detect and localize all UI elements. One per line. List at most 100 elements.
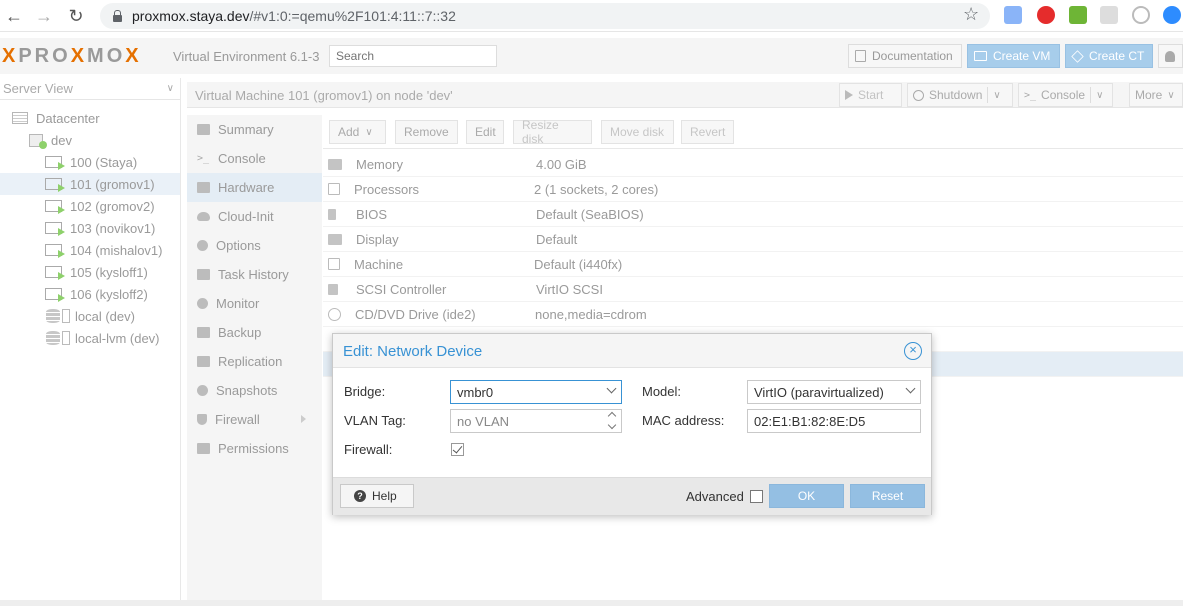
move-disk-button[interactable]: Move disk bbox=[601, 120, 674, 144]
tree-item-vm[interactable]: 103 (novikov1) bbox=[0, 217, 180, 239]
tree-item-datacenter[interactable]: Datacenter bbox=[0, 107, 180, 129]
create-ct-button[interactable]: Create CT bbox=[1065, 44, 1153, 68]
nav-firewall[interactable]: Firewall bbox=[187, 405, 322, 434]
advanced-checkbox[interactable] bbox=[750, 490, 763, 503]
zoom-extension-icon[interactable] bbox=[1163, 6, 1181, 24]
table-row[interactable]: Machine Default (i440fx) bbox=[323, 252, 1183, 277]
tree-item-storage[interactable]: local-lvm (dev) bbox=[0, 327, 180, 349]
nav-console[interactable]: >_ Console bbox=[187, 144, 322, 173]
database-icon bbox=[46, 309, 60, 323]
bookmark-star-icon[interactable]: ☆ bbox=[963, 4, 979, 25]
back-icon[interactable]: ← bbox=[0, 2, 28, 30]
question-icon: ? bbox=[354, 490, 366, 502]
tree-item-vm[interactable]: 105 (kysloff1) bbox=[0, 261, 180, 283]
chevron-down-icon bbox=[905, 383, 916, 394]
revert-button[interactable]: Revert bbox=[681, 120, 734, 144]
vm-title: Virtual Machine 101 (gromov1) on node 'd… bbox=[195, 88, 453, 103]
mail-extension-icon[interactable] bbox=[1004, 6, 1022, 24]
table-row[interactable]: CD/DVD Drive (ide2) none,media=cdrom bbox=[323, 302, 1183, 327]
firewall-checkbox[interactable] bbox=[451, 443, 464, 456]
lock-icon bbox=[112, 10, 122, 22]
resize-disk-button[interactable]: Resize disk bbox=[513, 118, 592, 146]
vm-running-icon bbox=[45, 288, 65, 302]
nav-summary[interactable]: Summary bbox=[187, 115, 322, 144]
nav-permissions[interactable]: Permissions bbox=[187, 434, 322, 463]
desktop-icon bbox=[974, 51, 987, 61]
create-vm-button[interactable]: Create VM bbox=[967, 44, 1060, 68]
table-row[interactable]: Processors 2 (1 sockets, 2 cores) bbox=[323, 177, 1183, 202]
version-label: Virtual Environment 6.1-3 bbox=[173, 49, 320, 64]
cube-icon bbox=[1071, 49, 1084, 63]
shutdown-button[interactable]: Shutdown ∨ bbox=[907, 83, 1013, 107]
nav-monitor[interactable]: Monitor bbox=[187, 289, 322, 318]
retweet-icon bbox=[197, 356, 210, 367]
play-icon bbox=[845, 90, 853, 100]
table-row[interactable]: SCSI Controller VirtIO SCSI bbox=[323, 277, 1183, 302]
circle-extension-icon[interactable] bbox=[1132, 6, 1150, 24]
dialog-title: Edit: Network Device bbox=[343, 343, 483, 360]
help-button[interactable]: ? Help bbox=[340, 484, 414, 508]
book-icon bbox=[855, 50, 866, 62]
table-row[interactable]: BIOS Default (SeaBIOS) bbox=[323, 202, 1183, 227]
grid-extension-icon[interactable] bbox=[1100, 6, 1118, 24]
model-select[interactable]: VirtIO (paravirtualized) bbox=[747, 380, 921, 404]
bridge-select[interactable]: vmbr0 bbox=[450, 380, 622, 404]
bios-icon bbox=[328, 208, 336, 220]
documentation-button[interactable]: Documentation bbox=[848, 44, 962, 68]
spin-up-icon[interactable] bbox=[607, 411, 617, 421]
cdrom-icon bbox=[328, 307, 341, 321]
vm-running-icon bbox=[45, 156, 65, 170]
ok-button[interactable]: OK bbox=[769, 484, 844, 508]
proxmox-logo: XPROXMOX bbox=[2, 45, 142, 67]
address-bar[interactable]: proxmox.staya.dev/#v1:0:=qemu%2F101:4:11… bbox=[100, 3, 990, 29]
console-button[interactable]: >_ Console ∨ bbox=[1018, 83, 1113, 107]
nav-backup[interactable]: Backup bbox=[187, 318, 322, 347]
tree-item-storage[interactable]: local (dev) bbox=[0, 305, 180, 327]
remove-button[interactable]: Remove bbox=[395, 120, 458, 144]
edit-button[interactable]: Edit bbox=[466, 120, 504, 144]
table-row[interactable]: Display Default bbox=[323, 227, 1183, 252]
reload-icon[interactable]: ↻ bbox=[62, 2, 90, 30]
nav-task-history[interactable]: Task History bbox=[187, 260, 322, 289]
nav-snapshots[interactable]: Snapshots bbox=[187, 376, 322, 405]
opera-extension-icon[interactable] bbox=[1037, 6, 1055, 24]
user-menu-button[interactable] bbox=[1158, 44, 1183, 68]
search-input[interactable] bbox=[329, 45, 497, 67]
dialog-header: Edit: Network Device × bbox=[333, 334, 931, 368]
view-selector[interactable]: Server View ∨ bbox=[0, 78, 180, 100]
vm-running-icon bbox=[45, 244, 65, 258]
add-button[interactable]: Add ∨ bbox=[329, 120, 386, 144]
more-button[interactable]: More ∨ bbox=[1129, 83, 1183, 107]
chevron-down-icon: ∨ bbox=[166, 83, 174, 94]
vm-running-icon bbox=[45, 266, 65, 280]
url-text: proxmox.staya.dev/#v1:0:=qemu%2F101:4:11… bbox=[132, 8, 456, 24]
spin-down-icon[interactable] bbox=[607, 420, 617, 430]
table-row[interactable]: Memory 4.00 GiB bbox=[323, 152, 1183, 177]
desktop-icon bbox=[328, 233, 342, 245]
tree-item-vm[interactable]: 100 (Staya) bbox=[0, 151, 180, 173]
nav-cloud-init[interactable]: Cloud-Init bbox=[187, 202, 322, 231]
nav-hardware[interactable]: Hardware bbox=[187, 173, 322, 202]
close-icon[interactable]: × bbox=[904, 342, 922, 360]
vlan-tag-stepper[interactable]: no VLAN bbox=[450, 409, 622, 433]
eye-icon bbox=[197, 298, 208, 309]
tree-item-vm[interactable]: 106 (kysloff2) bbox=[0, 283, 180, 305]
tree-item-vm[interactable]: 104 (mishalov1) bbox=[0, 239, 180, 261]
gears-icon bbox=[328, 258, 340, 270]
nav-options[interactable]: Options bbox=[187, 231, 322, 260]
tree-item-vm-selected[interactable]: 101 (gromov1) bbox=[0, 173, 180, 195]
user-icon bbox=[1165, 50, 1175, 62]
start-button[interactable]: Start bbox=[839, 83, 902, 107]
cpu-icon bbox=[328, 183, 340, 195]
download-extension-icon[interactable] bbox=[1069, 6, 1087, 24]
forward-icon[interactable]: → bbox=[30, 2, 58, 30]
tree-item-node[interactable]: dev bbox=[0, 129, 180, 151]
tree-item-vm[interactable]: 102 (gromov2) bbox=[0, 195, 180, 217]
nav-replication[interactable]: Replication bbox=[187, 347, 322, 376]
monitor-icon bbox=[197, 182, 210, 193]
mac-address-field[interactable]: 02:E1:B1:82:8E:D5 bbox=[747, 409, 921, 433]
reset-button[interactable]: Reset bbox=[850, 484, 925, 508]
server-icon bbox=[12, 112, 28, 124]
bridge-label: Bridge: bbox=[344, 384, 386, 399]
firewall-label: Firewall: bbox=[344, 442, 393, 457]
